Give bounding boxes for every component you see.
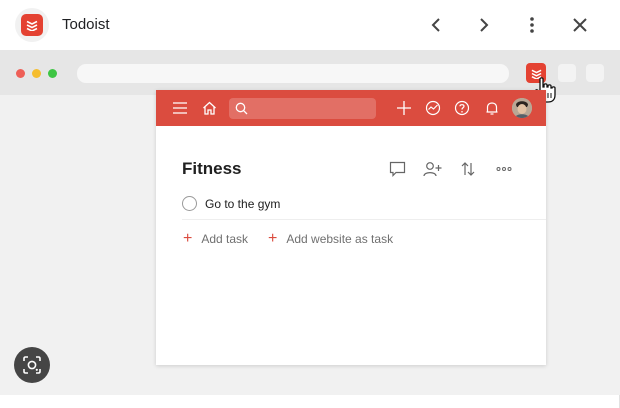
todoist-popup: Fitness Go to the gym + Add task + Add w… xyxy=(156,90,546,365)
close-icon[interactable] xyxy=(567,12,593,38)
browser-mock: Fitness Go to the gym + Add task + Add w… xyxy=(0,50,620,395)
project-title: Fitness xyxy=(182,159,242,178)
browser-toolbar xyxy=(0,50,620,95)
home-icon[interactable] xyxy=(200,99,218,117)
window-minimize-dot xyxy=(32,69,41,78)
add-task-label: Add task xyxy=(201,232,249,246)
add-website-label: Add website as task xyxy=(286,232,394,246)
plus-icon: + xyxy=(268,230,278,247)
extension-slot[interactable] xyxy=(586,64,604,82)
task-label: Go to the gym xyxy=(205,197,281,211)
search-input[interactable] xyxy=(229,98,376,119)
user-avatar[interactable] xyxy=(512,98,532,118)
window-close-dot xyxy=(16,69,25,78)
share-add-person-icon[interactable] xyxy=(422,159,442,179)
plus-icon: + xyxy=(183,230,193,247)
comment-icon[interactable] xyxy=(387,159,407,179)
window-maximize-dot xyxy=(48,69,57,78)
address-bar[interactable] xyxy=(77,64,509,83)
sort-icon[interactable] xyxy=(458,159,478,179)
app-logo xyxy=(15,8,49,42)
help-icon[interactable] xyxy=(453,99,471,117)
todoist-logo-icon xyxy=(21,14,43,36)
task-row[interactable]: Go to the gym xyxy=(182,194,546,220)
forward-arrow-icon[interactable] xyxy=(471,12,497,38)
task-complete-checkbox[interactable] xyxy=(182,196,197,211)
more-vert-icon[interactable] xyxy=(519,12,545,38)
productivity-icon[interactable] xyxy=(424,99,442,117)
extension-slot[interactable] xyxy=(558,64,576,82)
more-horizontal-icon[interactable] xyxy=(494,159,514,179)
menu-icon[interactable] xyxy=(171,99,189,117)
lens-screenshot-button[interactable] xyxy=(14,347,50,383)
notifications-bell-icon[interactable] xyxy=(483,99,501,117)
screen: Todoist Fitness Go to the gym + Add task… xyxy=(0,0,620,408)
app-title: Todoist xyxy=(62,16,110,33)
popup-top-bar xyxy=(156,90,546,126)
back-arrow-icon[interactable] xyxy=(423,12,449,38)
add-task-button[interactable]: + Add task xyxy=(183,230,249,247)
add-icon[interactable] xyxy=(395,99,413,117)
add-website-as-task-button[interactable]: + Add website as task xyxy=(268,230,394,247)
app-bar: Todoist xyxy=(0,0,620,50)
